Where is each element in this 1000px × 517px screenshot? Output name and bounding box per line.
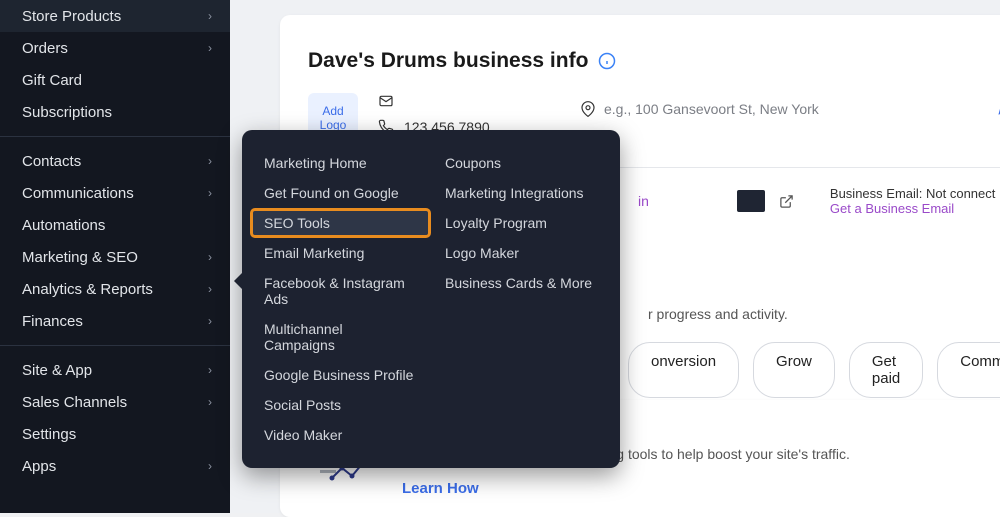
flyout-item-loyalty-program[interactable]: Loyalty Program xyxy=(431,208,612,238)
sidebar-item-finances[interactable]: Finances › xyxy=(0,305,230,337)
sidebar-item-label: Finances xyxy=(22,313,83,330)
address-line: e.g., 100 Gansevoort St, New York xyxy=(580,101,819,117)
flyout-item-video-maker[interactable]: Video Maker xyxy=(250,420,431,450)
email-line xyxy=(378,93,490,109)
flyout-item-social-posts[interactable]: Social Posts xyxy=(250,390,431,420)
progress-text: r progress and activity. xyxy=(648,306,1000,322)
sidebar-item-automations[interactable]: Automations xyxy=(0,209,230,241)
sidebar-item-label: Sales Channels xyxy=(22,394,127,411)
marketing-seo-flyout: Marketing Home Get Found on Google SEO T… xyxy=(242,130,620,468)
chip-conversion[interactable]: onversion xyxy=(628,342,739,398)
flyout-item-marketing-integrations[interactable]: Marketing Integrations xyxy=(431,178,612,208)
biz-email-section: in Business Email: Not connect Get a Bus… xyxy=(638,186,995,216)
domain-suffix[interactable]: in xyxy=(638,193,649,209)
sidebar-item-subscriptions[interactable]: Subscriptions xyxy=(0,96,230,128)
sidebar-item-label: Automations xyxy=(22,217,105,234)
chip-get-paid[interactable]: Get paid xyxy=(849,342,923,398)
traffic-link[interactable]: Learn How xyxy=(402,480,850,497)
biz-email-text: Business Email: Not connect Get a Busine… xyxy=(830,186,995,216)
chevron-right-icon: › xyxy=(208,363,212,377)
chevron-right-icon: › xyxy=(208,154,212,168)
sidebar-item-contacts[interactable]: Contacts › xyxy=(0,145,230,177)
sidebar-item-label: Communications xyxy=(22,185,134,202)
sidebar: Store Products › Orders › Gift Card Subs… xyxy=(0,0,230,513)
add-logo-label: Add Logo xyxy=(308,104,358,133)
sidebar-item-label: Subscriptions xyxy=(22,104,112,121)
chevron-right-icon: › xyxy=(208,9,212,23)
sidebar-item-settings[interactable]: Settings xyxy=(0,418,230,450)
email-icon xyxy=(378,93,394,109)
chevron-right-icon: › xyxy=(208,314,212,328)
sidebar-item-label: Site & App xyxy=(22,362,92,379)
biz-email-label: Business Email: Not connect xyxy=(830,186,995,201)
flyout-item-email-marketing[interactable]: Email Marketing xyxy=(250,238,431,268)
sidebar-item-label: Apps xyxy=(22,458,56,475)
flyout-item-business-cards[interactable]: Business Cards & More xyxy=(431,268,612,298)
address-placeholder: e.g., 100 Gansevoort St, New York xyxy=(604,101,819,117)
chevron-right-icon: › xyxy=(208,250,212,264)
page-title: Dave's Drums business info xyxy=(308,49,588,73)
sidebar-item-label: Marketing & SEO xyxy=(22,249,138,266)
flyout-item-multichannel[interactable]: Multichannel Campaigns xyxy=(250,314,431,360)
flyout-item-fb-instagram-ads[interactable]: Facebook & Instagram Ads xyxy=(250,268,431,314)
sidebar-item-label: Gift Card xyxy=(22,72,82,89)
chevron-right-icon: › xyxy=(208,282,212,296)
sidebar-item-marketing-seo[interactable]: Marketing & SEO › xyxy=(0,241,230,273)
sidebar-item-label: Orders xyxy=(22,40,68,57)
flyout-item-logo-maker[interactable]: Logo Maker xyxy=(431,238,612,268)
sidebar-item-store-products[interactable]: Store Products › xyxy=(0,0,230,32)
chevron-right-icon: › xyxy=(208,395,212,409)
chevron-right-icon: › xyxy=(208,41,212,55)
sidebar-item-site-app[interactable]: Site & App › xyxy=(0,354,230,386)
flyout-item-marketing-home[interactable]: Marketing Home xyxy=(250,148,431,178)
flyout-col-2: Coupons Marketing Integrations Loyalty P… xyxy=(431,148,612,450)
dark-swatch xyxy=(737,190,765,212)
title-row: Dave's Drums business info xyxy=(308,49,1000,73)
biz-email-link[interactable]: Get a Business Email xyxy=(830,201,995,216)
sidebar-item-label: Store Products xyxy=(22,8,121,25)
info-icon[interactable] xyxy=(598,52,616,70)
chip-grow[interactable]: Grow xyxy=(753,342,835,398)
sidebar-item-gift-card[interactable]: Gift Card xyxy=(0,64,230,96)
sidebar-item-label: Analytics & Reports xyxy=(22,281,153,298)
sidebar-divider xyxy=(0,345,230,346)
sidebar-item-analytics-reports[interactable]: Analytics & Reports › xyxy=(0,273,230,305)
sidebar-item-label: Contacts xyxy=(22,153,81,170)
sidebar-item-label: Settings xyxy=(22,426,76,443)
flyout-item-coupons[interactable]: Coupons xyxy=(431,148,612,178)
map-pin-icon xyxy=(580,101,596,117)
chip-row: onversion Grow Get paid Community xyxy=(628,342,1000,398)
sidebar-item-communications[interactable]: Communications › xyxy=(0,177,230,209)
chip-community[interactable]: Community xyxy=(937,342,1000,398)
sidebar-item-apps[interactable]: Apps › xyxy=(0,450,230,482)
contact-column: 123 456 7890 xyxy=(378,93,490,135)
chevron-right-icon: › xyxy=(208,186,212,200)
external-link-icon[interactable] xyxy=(779,194,794,209)
flyout-col-1: Marketing Home Get Found on Google SEO T… xyxy=(250,148,431,450)
chevron-right-icon: › xyxy=(208,459,212,473)
flyout-item-get-found-google[interactable]: Get Found on Google xyxy=(250,178,431,208)
sidebar-divider xyxy=(0,136,230,137)
flyout-item-google-business[interactable]: Google Business Profile xyxy=(250,360,431,390)
flyout-item-seo-tools[interactable]: SEO Tools xyxy=(250,208,431,238)
sidebar-item-sales-channels[interactable]: Sales Channels › xyxy=(0,386,230,418)
sidebar-item-orders[interactable]: Orders › xyxy=(0,32,230,64)
flyout-columns: Marketing Home Get Found on Google SEO T… xyxy=(250,148,612,450)
